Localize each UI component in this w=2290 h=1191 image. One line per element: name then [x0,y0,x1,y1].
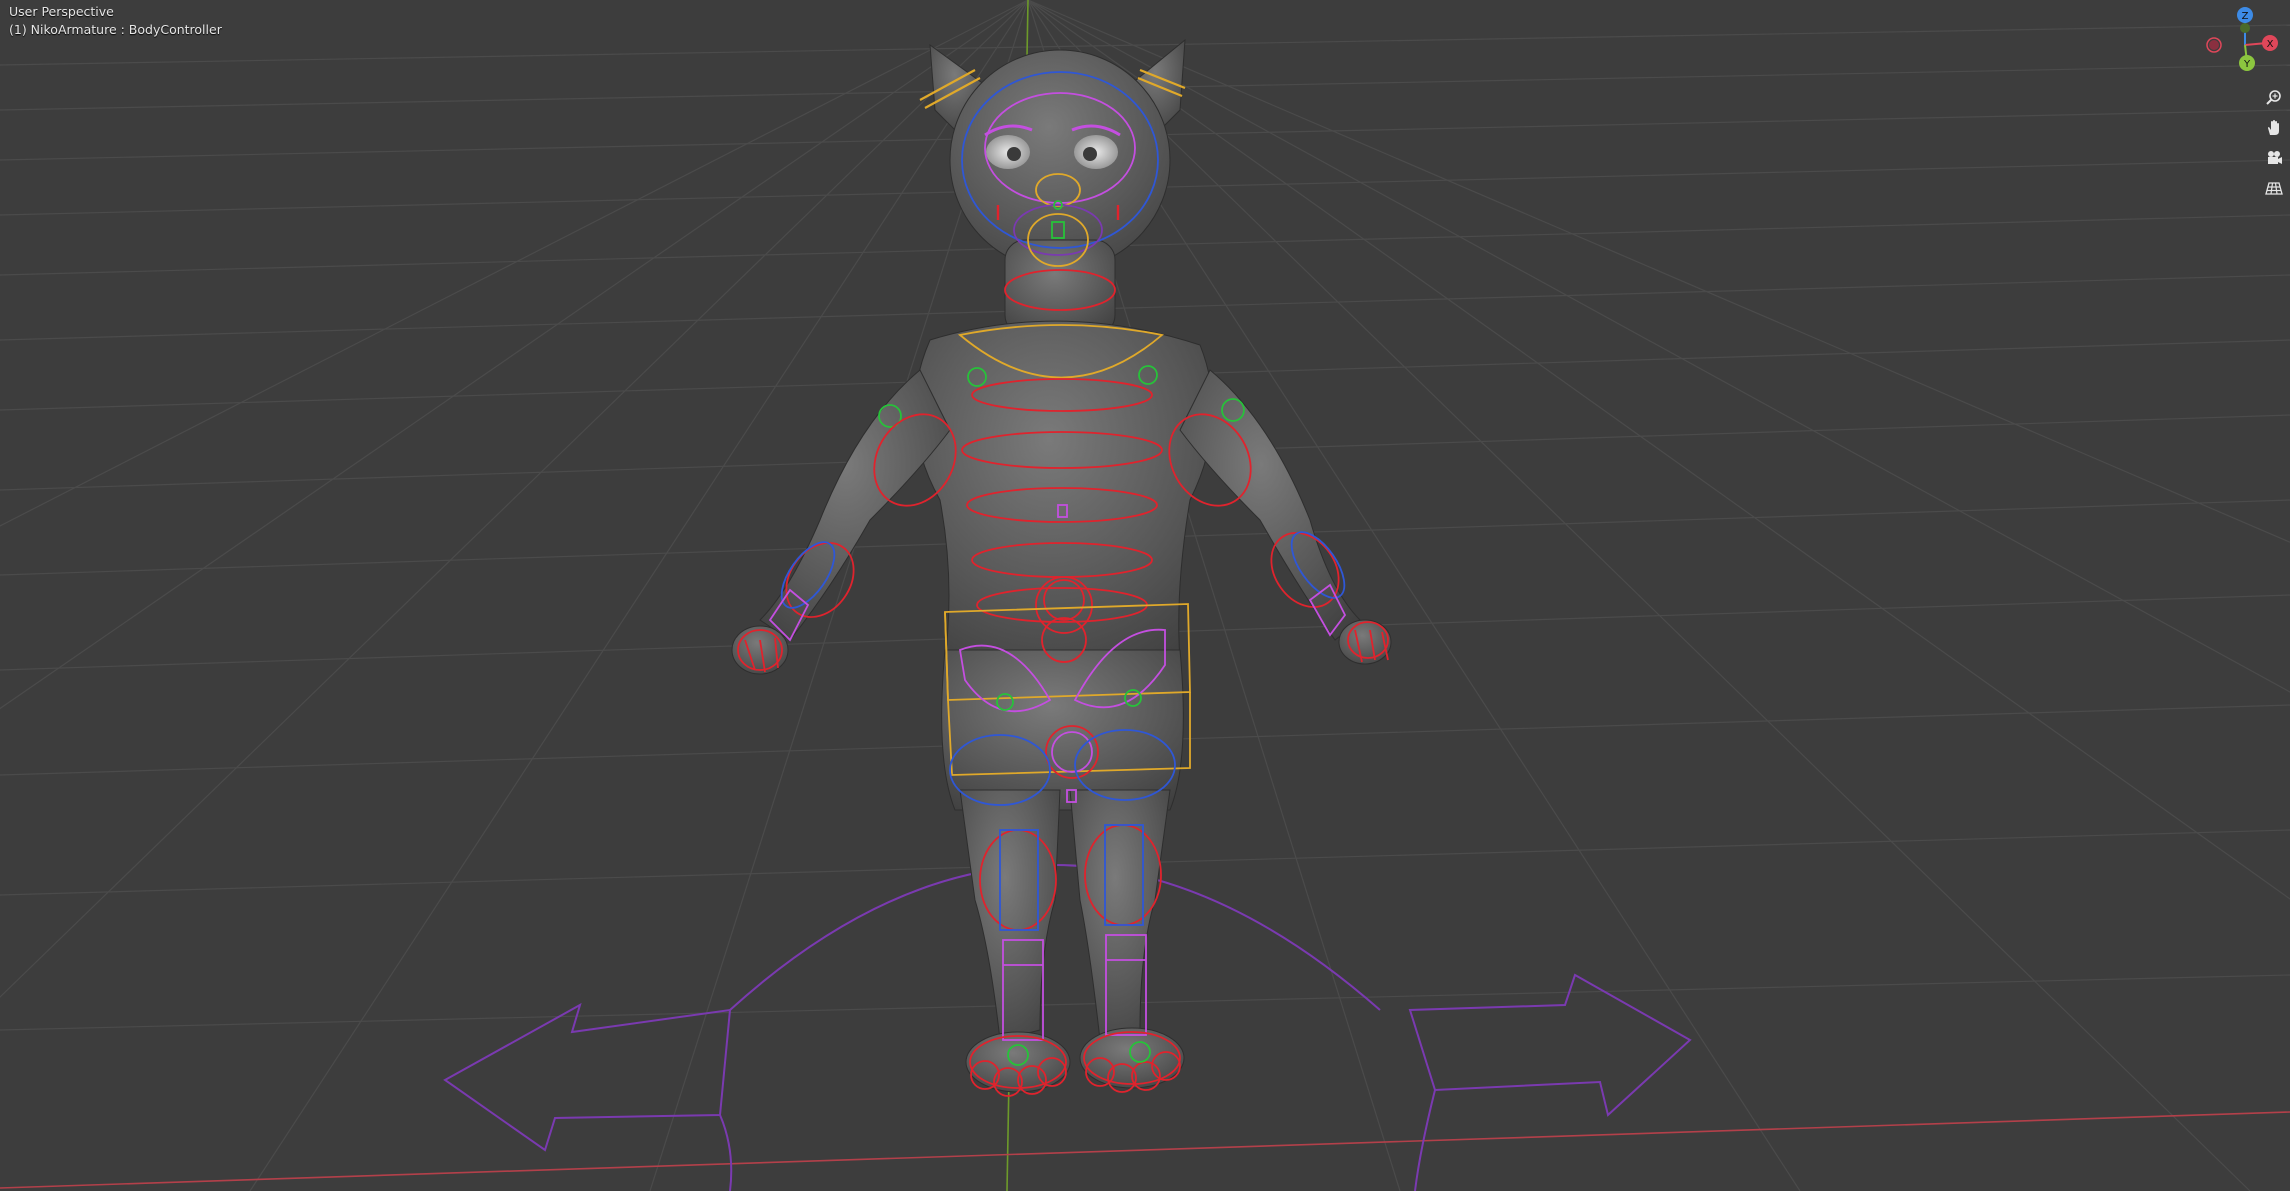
pan-button[interactable] [2262,116,2286,140]
camera-view-icon [2268,151,2282,164]
svg-text:Z: Z [2242,11,2249,22]
gizmo-z-axis[interactable]: Z [2237,7,2253,23]
gizmo-x-axis[interactable]: X [2262,35,2278,51]
root-control-widget [443,864,1692,1191]
zoom-icon [2266,90,2281,105]
pan-hand-icon [2268,120,2279,135]
toggle-ortho-button[interactable] [2262,176,2286,200]
gizmo-neg-y-axis[interactable] [2240,23,2250,33]
viewport-scene[interactable] [0,0,2290,1191]
camera-view-button[interactable] [2262,146,2286,170]
gizmo-y-axis[interactable]: Y [2239,55,2255,71]
x-axis-line [0,1111,2290,1189]
svg-text:Y: Y [2243,59,2251,70]
svg-text:X: X [2267,39,2274,50]
navigation-gizmo[interactable]: Z X Y [2190,0,2290,80]
gizmo-neg-x-axis[interactable] [2206,37,2222,53]
ortho-grid-icon [2265,182,2283,195]
view-perspective-label: User Perspective [9,4,114,19]
active-object-label: (1) NikoArmature : BodyController [9,22,222,37]
zoom-button[interactable] [2262,86,2286,110]
3d-viewport[interactable]: User Perspective (1) NikoArmature : Body… [0,0,2290,1191]
